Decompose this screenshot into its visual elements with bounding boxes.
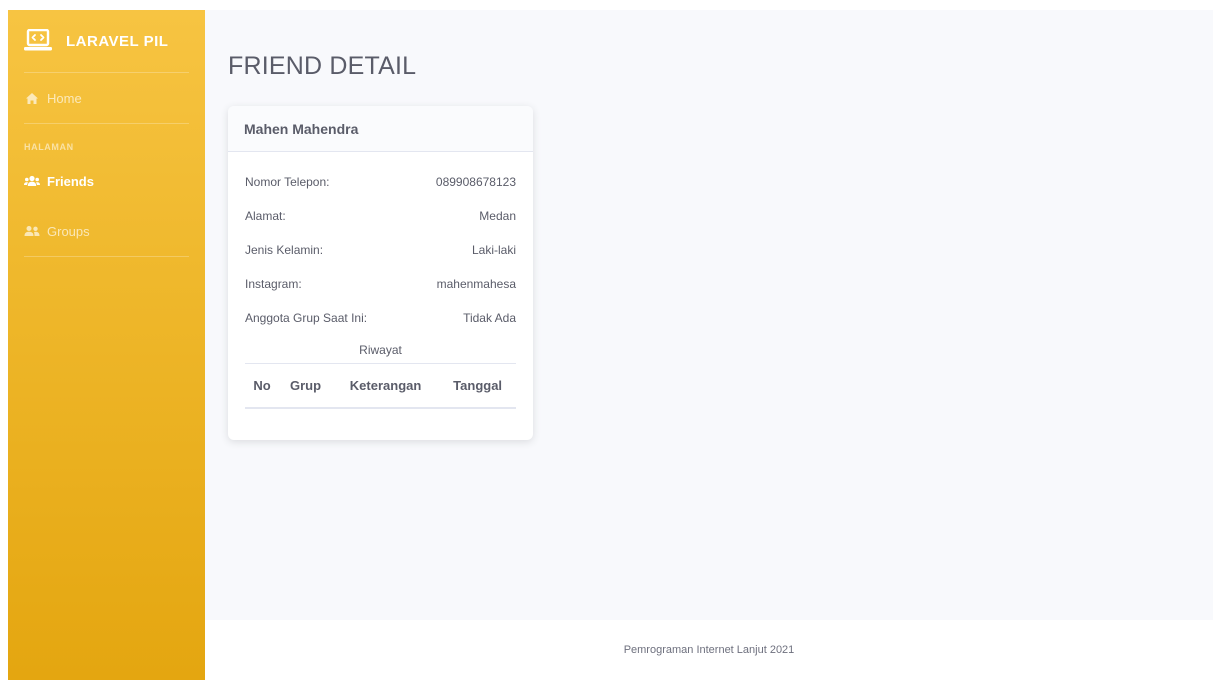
detail-row-address: Alamat: Medan [245, 199, 516, 233]
detail-value: 089908678123 [435, 175, 516, 189]
detail-label: Alamat: [245, 209, 286, 223]
user-friends-icon [24, 224, 40, 238]
sidebar-item-groups[interactable]: Groups [8, 206, 205, 256]
card-header: Mahen Mahendra [228, 106, 533, 152]
detail-row-group: Anggota Grup Saat Ini: Tidak Ada [245, 301, 516, 335]
column-header-description: Keterangan [331, 364, 440, 409]
detail-value: mahenmahesa [436, 277, 516, 291]
sidebar: LARAVEL PIL Home HALAMAN Friends Groups [8, 10, 205, 680]
history-title: Riwayat [245, 337, 516, 364]
users-icon [24, 174, 40, 188]
sidebar-divider [24, 256, 189, 257]
detail-row-phone: Nomor Telepon: 089908678123 [245, 165, 516, 199]
detail-label: Anggota Grup Saat Ini: [245, 311, 368, 325]
table-header-row: No Grup Keterangan Tanggal [245, 364, 516, 409]
detail-label: Jenis Kelamin: [245, 243, 324, 257]
card-body: Nomor Telepon: 089908678123 Alamat: Meda… [228, 152, 533, 409]
detail-value: Medan [479, 209, 516, 223]
column-header-group: Grup [279, 364, 332, 409]
main-content: FRIEND DETAIL Mahen Mahendra Nomor Telep… [205, 10, 1213, 620]
sidebar-item-label: Groups [47, 223, 90, 239]
column-header-date: Tanggal [439, 364, 516, 409]
detail-label: Nomor Telepon: [245, 175, 330, 189]
detail-row-gender: Jenis Kelamin: Laki-laki [245, 233, 516, 267]
sidebar-item-friends[interactable]: Friends [8, 156, 205, 206]
sidebar-item-home[interactable]: Home [8, 73, 205, 123]
friend-detail-card: Mahen Mahendra Nomor Telepon: 0899086781… [228, 106, 533, 440]
detail-value: Tidak Ada [463, 311, 516, 325]
detail-row-instagram: Instagram: mahenmahesa [245, 267, 516, 301]
laptop-code-icon [24, 28, 52, 54]
history-table: No Grup Keterangan Tanggal [245, 364, 516, 409]
sidebar-item-label: Friends [47, 173, 94, 189]
brand-text: LARAVEL PIL [66, 32, 169, 50]
detail-label: Instagram: [245, 277, 302, 291]
column-header-no: No [245, 364, 280, 409]
sidebar-item-label: Home [47, 90, 82, 106]
home-icon [24, 91, 40, 105]
sidebar-heading: HALAMAN [24, 142, 74, 152]
brand-link[interactable]: LARAVEL PIL [8, 10, 205, 72]
footer-text: Pemrograman Internet Lanjut 2021 [623, 644, 795, 656]
detail-value: Laki-laki [471, 243, 516, 257]
footer: Pemrograman Internet Lanjut 2021 [205, 620, 1213, 680]
page-title: FRIEND DETAIL [228, 52, 417, 80]
